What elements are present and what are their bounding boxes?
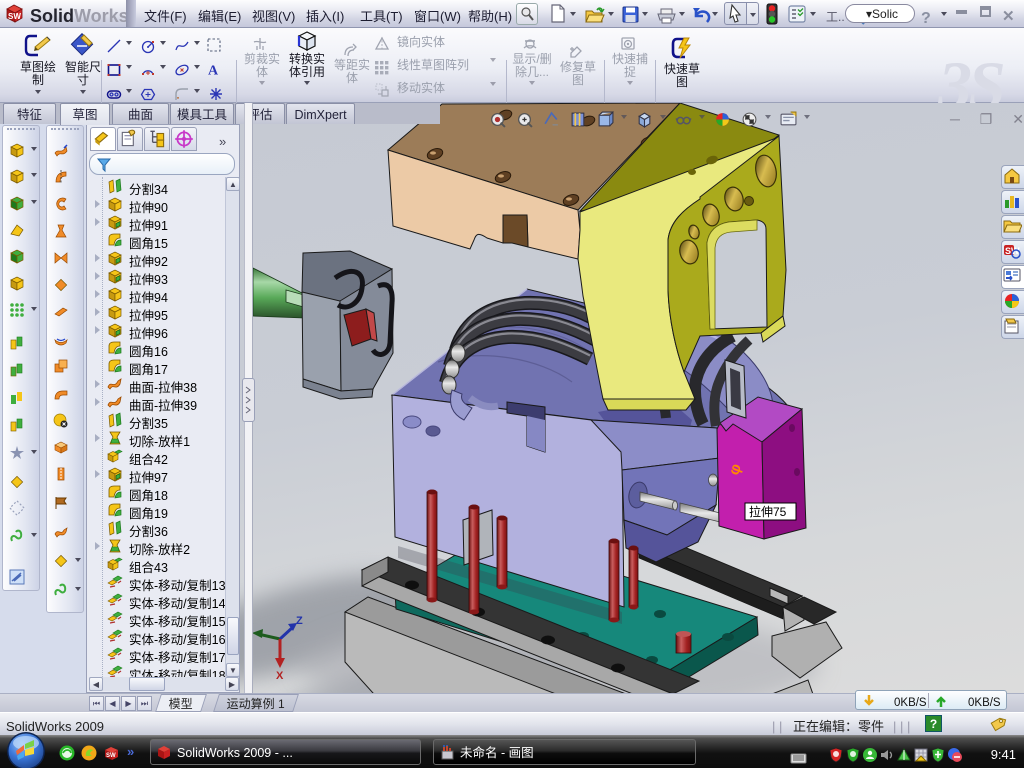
svg-text:A: A <box>208 64 219 78</box>
svg-text:SW: SW <box>8 11 21 22</box>
svg-text:X: X <box>276 667 284 683</box>
svg-text:Z: Z <box>296 612 303 628</box>
svg-text:拉伸75: 拉伸75 <box>749 503 787 520</box>
svg-text:SW: SW <box>106 750 116 759</box>
